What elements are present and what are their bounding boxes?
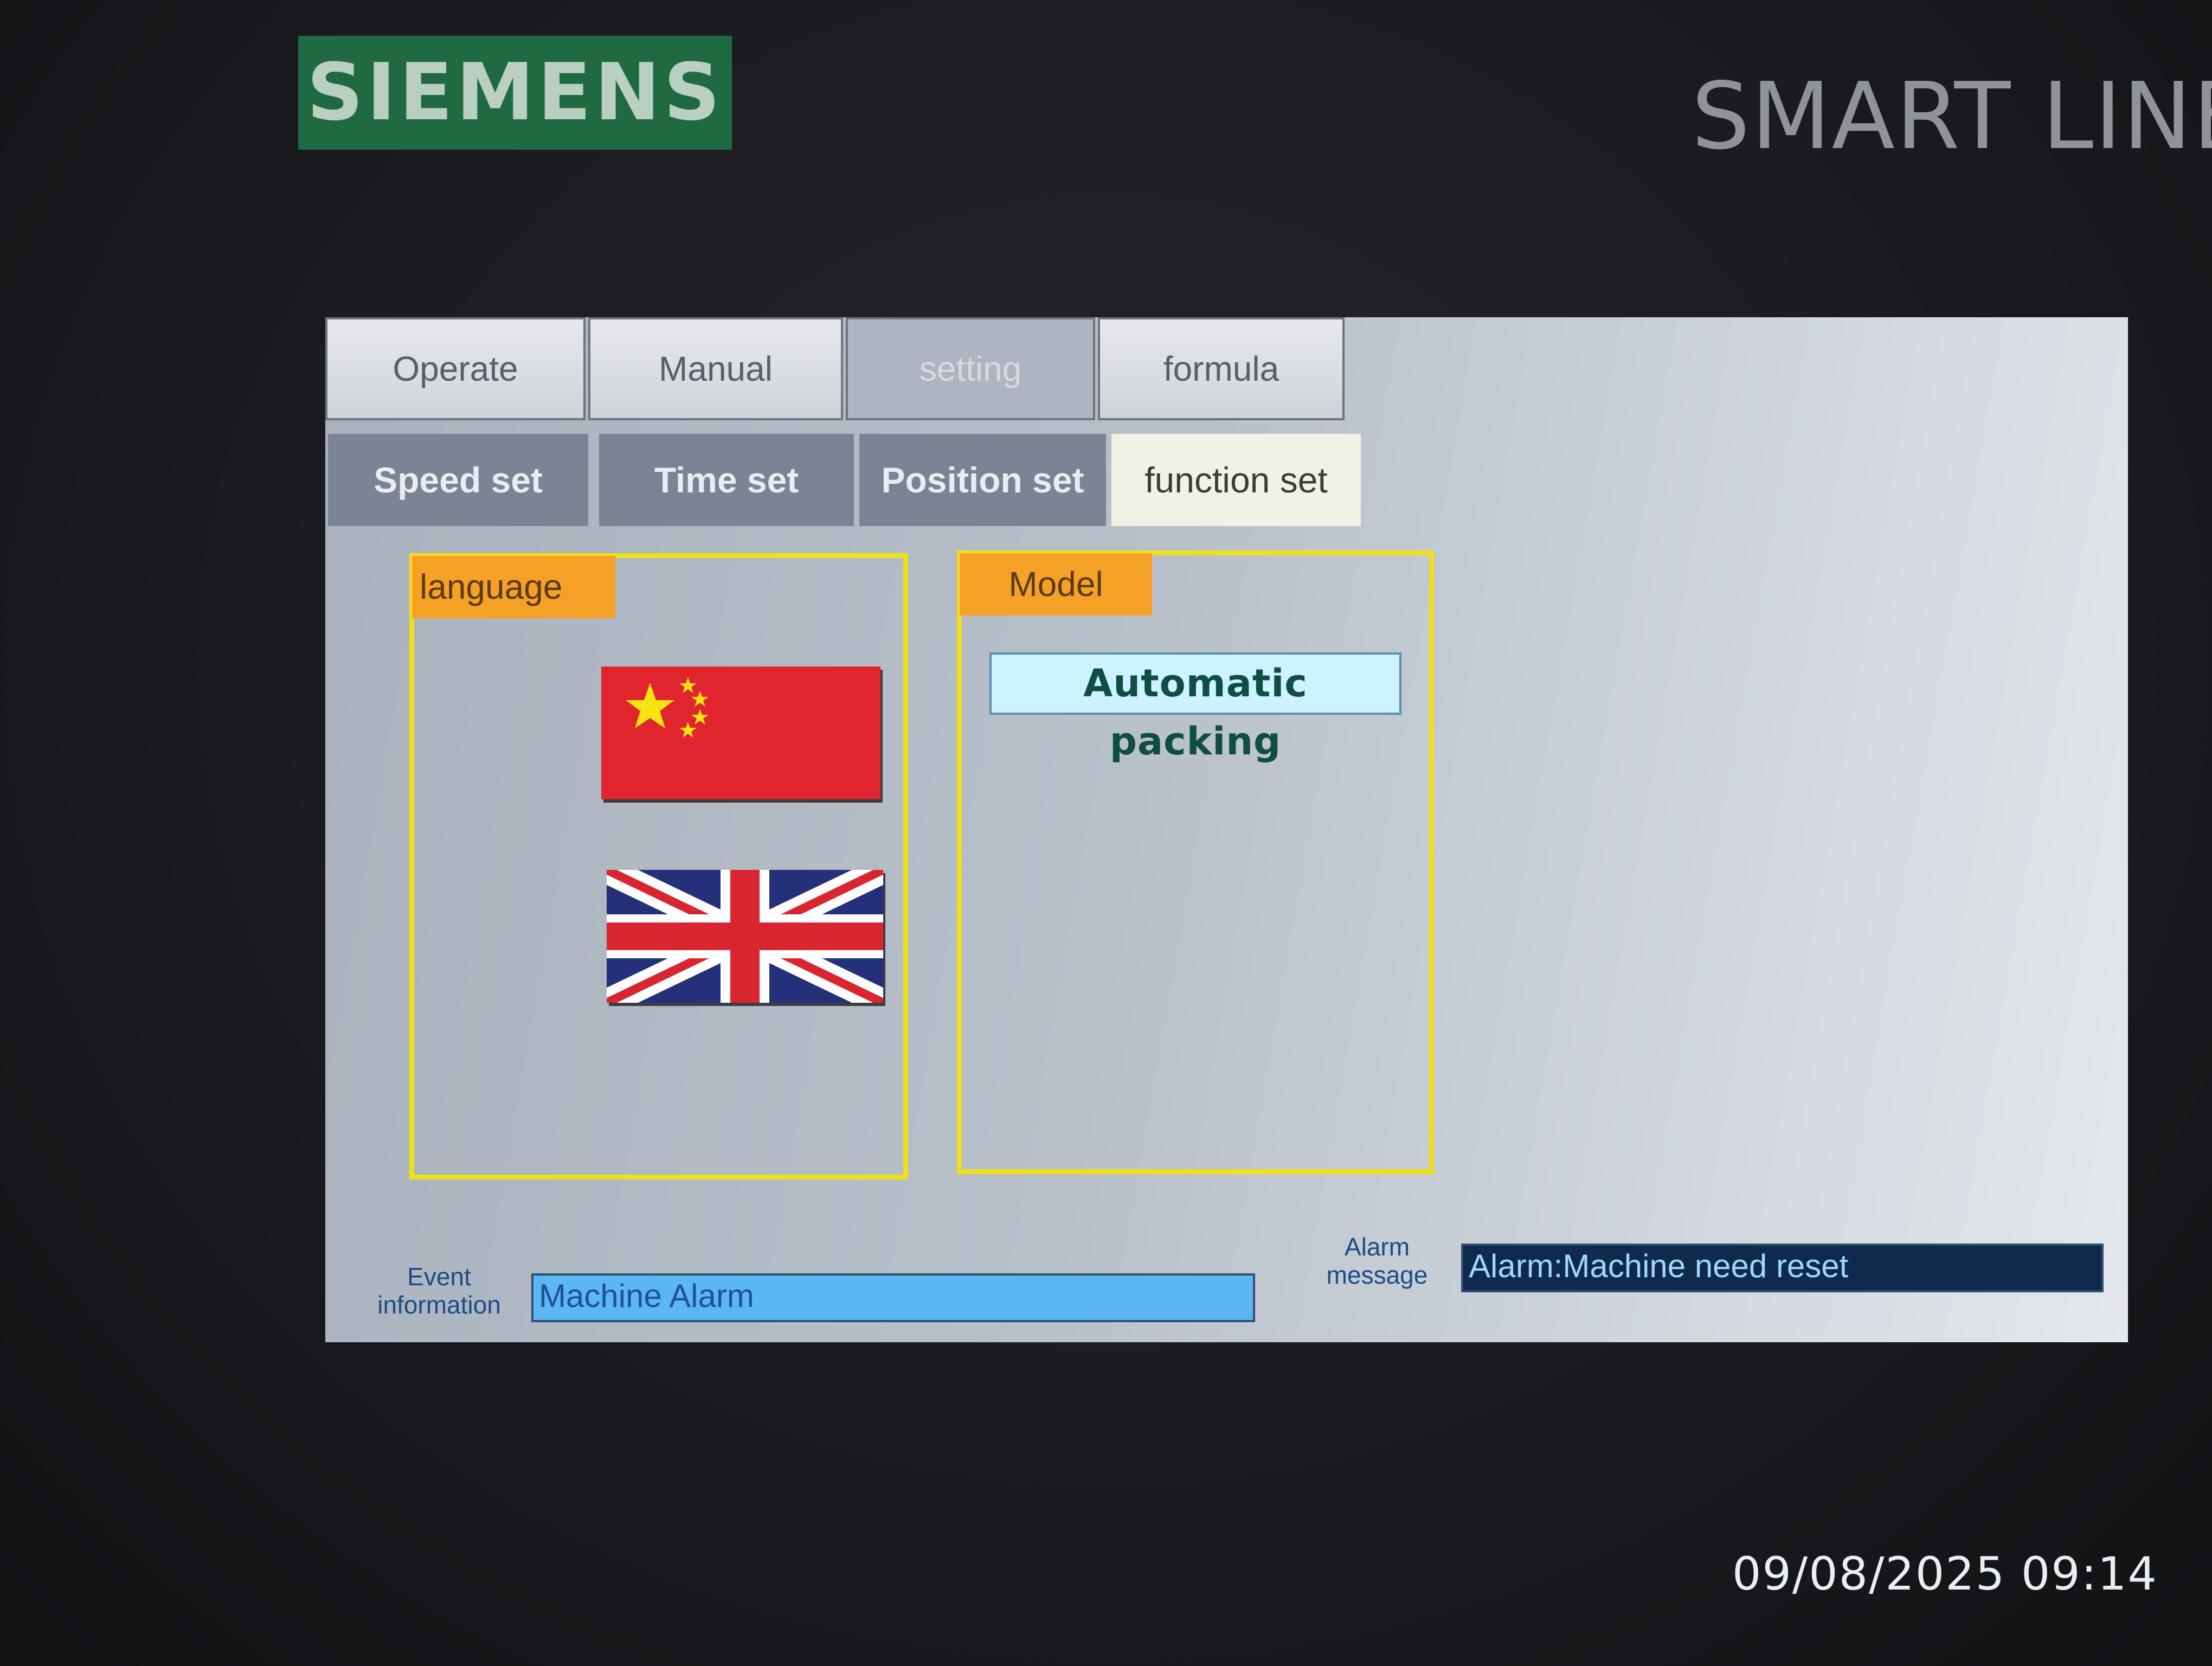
event-label-line-2: information <box>377 1291 501 1319</box>
event-label-line-1: Event <box>407 1263 471 1291</box>
alarm-message-field: Alarm:Machine need reset <box>1461 1244 2104 1292</box>
subtab-function-set[interactable]: function set <box>1111 434 1361 526</box>
photo-timestamp: 09/08/2025 09:14 <box>1732 1547 2158 1600</box>
tab-setting[interactable]: setting <box>846 317 1095 420</box>
hmi-screen: Operate Manual setting formula Speed set… <box>325 317 2128 1342</box>
status-bar: Event information Machine Alarm Alarm me… <box>350 1233 2104 1328</box>
alarm-label-line-2: message <box>1326 1261 1428 1289</box>
model-select-button[interactable]: Automatic packing <box>989 652 1401 764</box>
tab-operate[interactable]: Operate <box>325 317 586 420</box>
tab-manual[interactable]: Manual <box>588 317 843 420</box>
subtab-speed-set[interactable]: Speed set <box>328 434 588 526</box>
tab-formula[interactable]: formula <box>1098 317 1345 420</box>
subtab-position-set[interactable]: Position set <box>859 434 1106 526</box>
model-group-title: Model <box>960 553 1152 616</box>
uk-flag-icon[interactable] <box>607 870 883 1003</box>
alarm-label-line-1: Alarm <box>1344 1233 1410 1261</box>
model-group: Model <box>957 550 1434 1174</box>
alarm-label: Alarm message <box>1296 1233 1458 1289</box>
china-flag-icon[interactable] <box>601 667 880 799</box>
subtab-time-set[interactable]: Time set <box>599 434 854 526</box>
language-group: language <box>409 553 908 1180</box>
event-information-field: Machine Alarm <box>531 1273 1255 1322</box>
siemens-logo: SIEMENS <box>298 36 732 150</box>
event-label: Event information <box>350 1263 529 1319</box>
product-line-label: SMART LINE <box>1692 63 2212 170</box>
language-group-title: language <box>412 556 615 618</box>
